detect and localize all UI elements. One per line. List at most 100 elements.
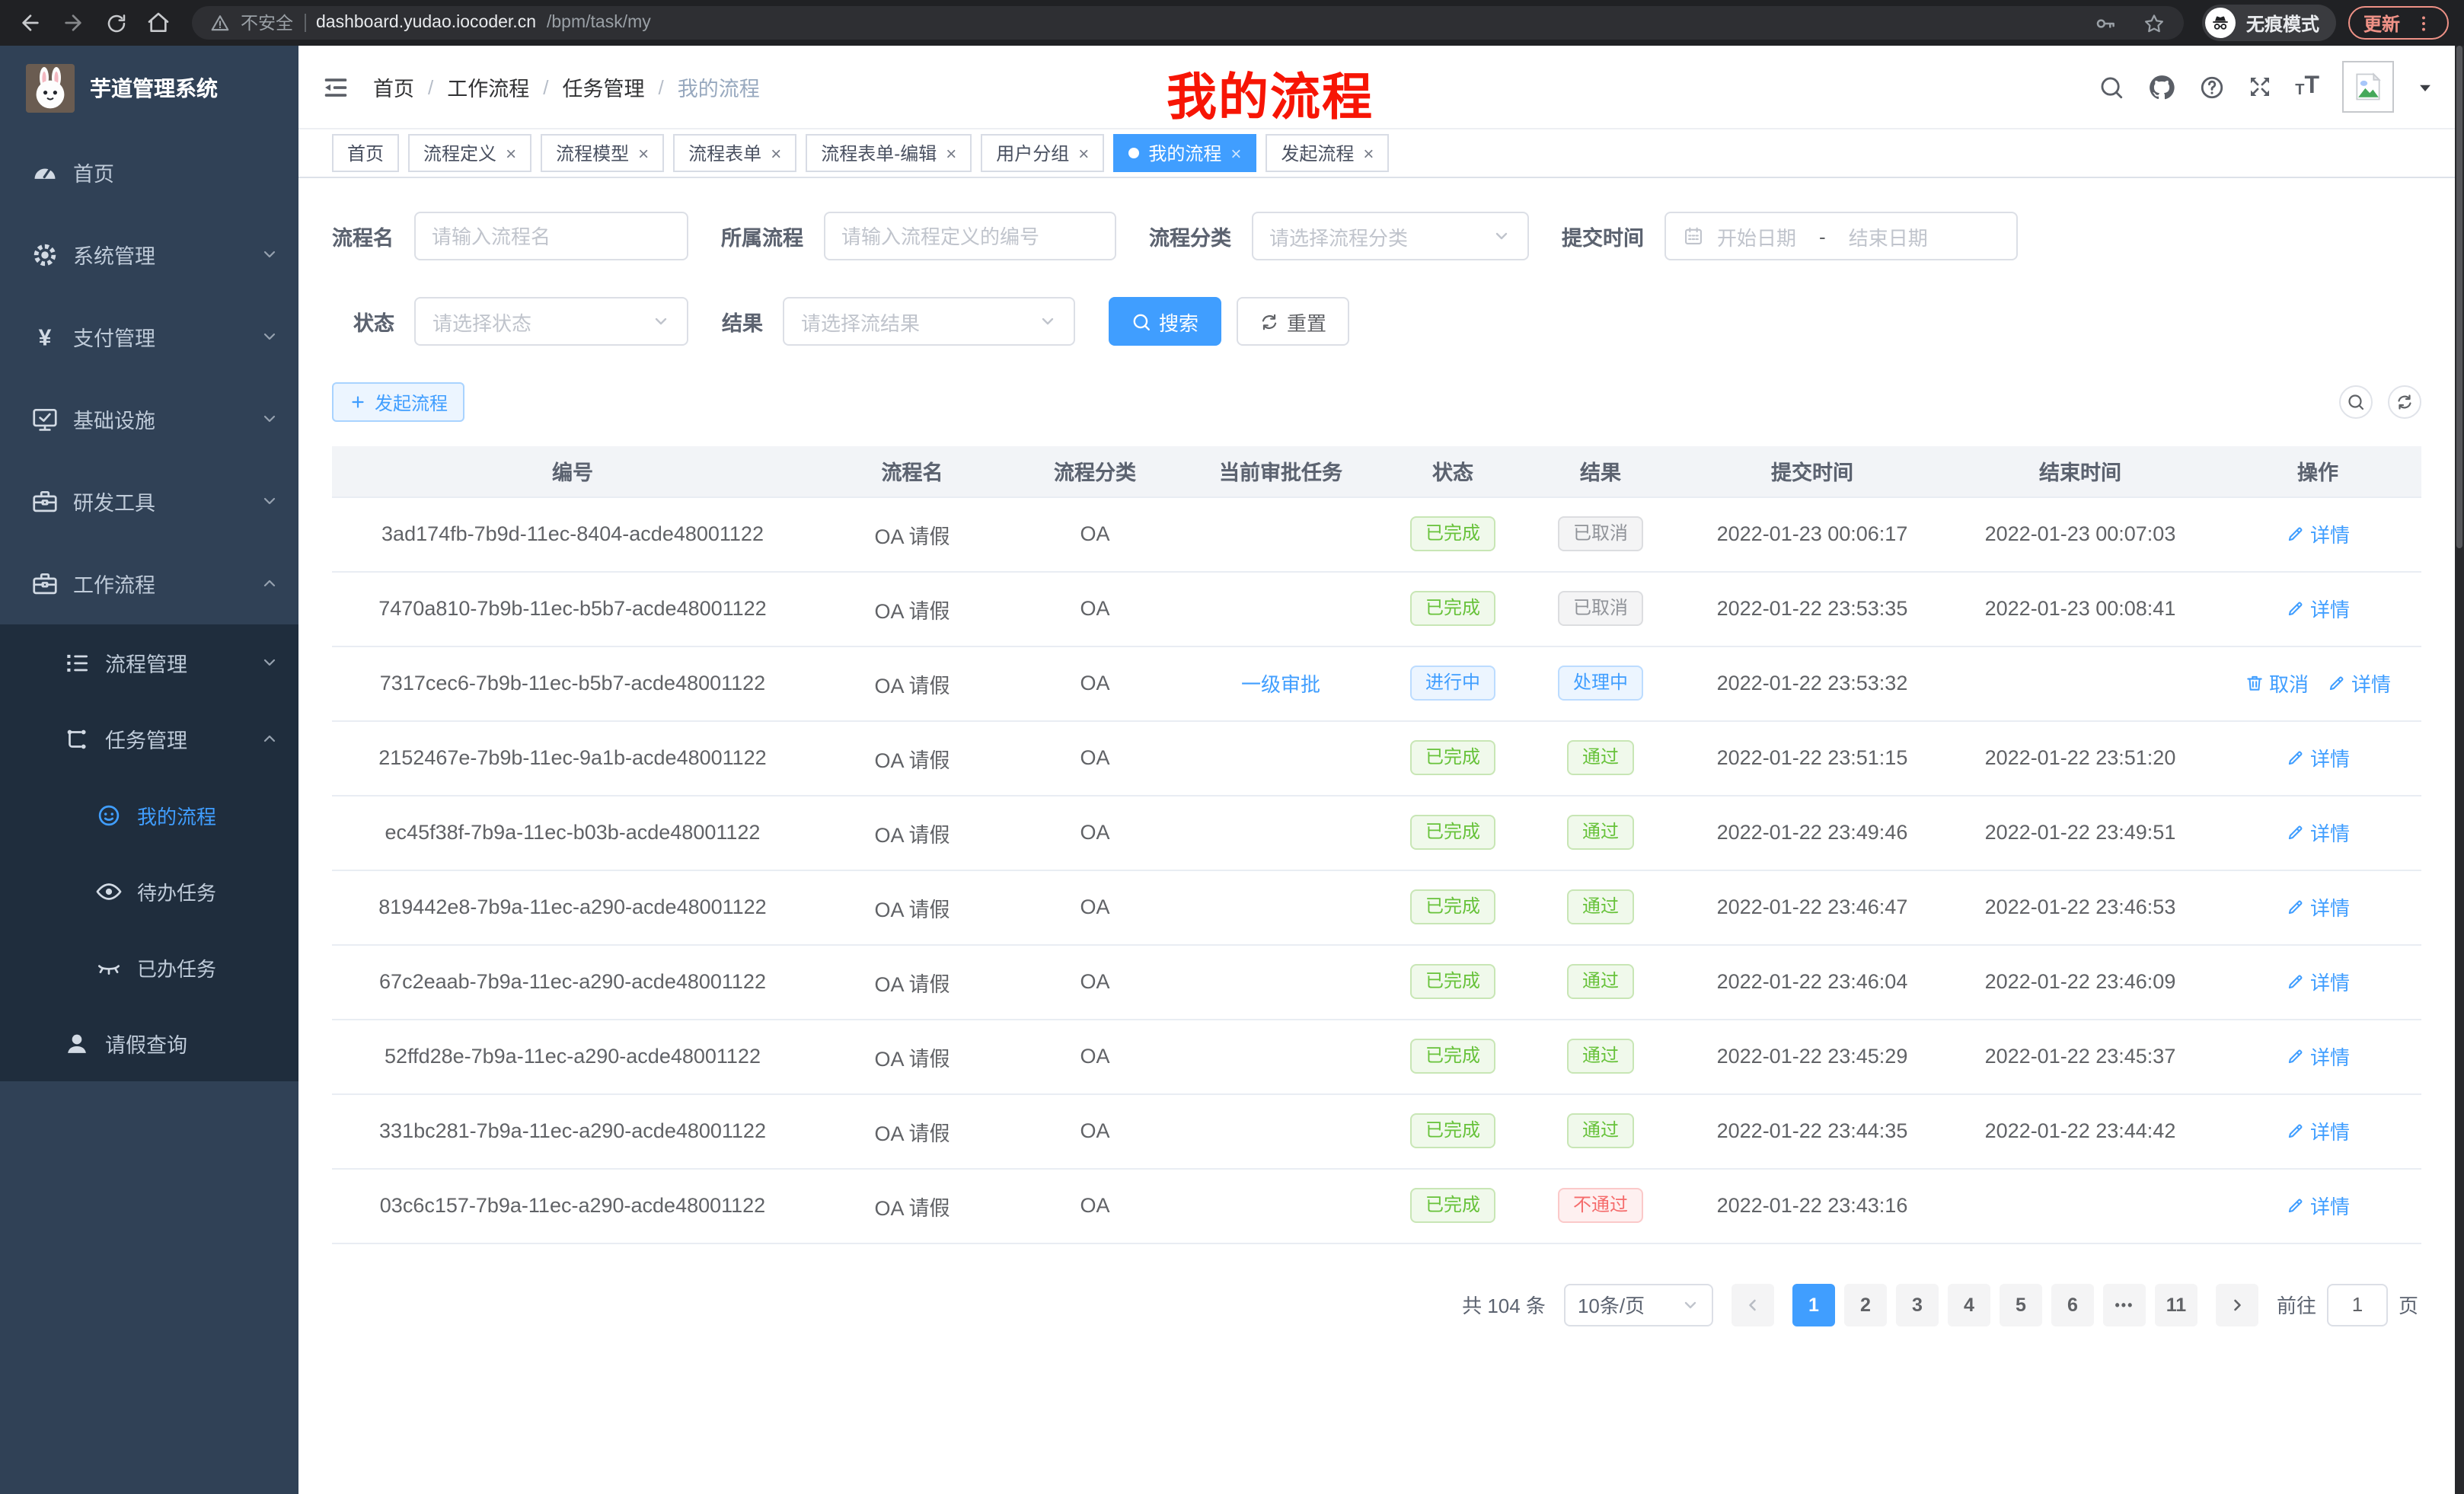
browser-update-button[interactable]: 更新: [2348, 6, 2449, 40]
close-icon[interactable]: ×: [1230, 144, 1241, 162]
page-button-11[interactable]: 11: [2155, 1283, 2197, 1326]
app-logo[interactable]: 芋道管理系统: [0, 46, 298, 131]
page-button-3[interactable]: 3: [1896, 1283, 1939, 1326]
sidebar-item-top-4[interactable]: 研发工具: [0, 460, 298, 542]
tab-3[interactable]: 流程表单×: [673, 134, 796, 172]
help-icon[interactable]: [2199, 74, 2225, 100]
page-button-6[interactable]: 6: [2051, 1283, 2094, 1326]
page-button-5[interactable]: 5: [2000, 1283, 2042, 1326]
sidebar-item-top-0[interactable]: 首页: [0, 131, 298, 213]
key-icon[interactable]: [2094, 11, 2117, 34]
plus-icon: [349, 393, 367, 411]
github-icon[interactable]: [2147, 72, 2176, 101]
refresh-table-button[interactable]: [2388, 385, 2421, 419]
detail-link[interactable]: 详情: [2286, 519, 2350, 548]
sidebar-item-top-2[interactable]: ¥支付管理: [0, 295, 298, 378]
sidebar-item-sub-5[interactable]: 请假查询: [0, 1005, 298, 1081]
next-page-button[interactable]: [2216, 1283, 2258, 1326]
detail-link[interactable]: 详情: [2286, 1191, 2350, 1220]
detail-link[interactable]: 详情: [2286, 818, 2350, 847]
sidebar-item-sub-2[interactable]: 我的流程: [0, 777, 298, 853]
detail-link[interactable]: 详情: [2286, 1116, 2350, 1145]
prev-page-button[interactable]: [1732, 1283, 1774, 1326]
cell-process-name: OA 请假: [813, 944, 1011, 1019]
process-definition-input[interactable]: [823, 212, 1116, 260]
create-process-button[interactable]: 发起流程: [332, 382, 464, 422]
chevron-down-icon: [260, 245, 279, 263]
close-icon[interactable]: ×: [506, 144, 516, 162]
detail-link[interactable]: 详情: [2286, 967, 2350, 996]
close-icon[interactable]: ×: [1078, 144, 1089, 162]
end-date-placeholder[interactable]: 结束日期: [1849, 222, 1928, 251]
detail-link[interactable]: 详情: [2286, 594, 2350, 623]
font-size-icon[interactable]: TT: [2295, 75, 2319, 99]
security-label[interactable]: 不安全: [241, 11, 293, 35]
close-icon[interactable]: ×: [1363, 144, 1374, 162]
sidebar-item-label: 工作流程: [73, 568, 260, 599]
search-icon[interactable]: [2099, 74, 2124, 100]
browser-reload-button[interactable]: [101, 8, 131, 38]
cell-category: OA: [1011, 646, 1179, 720]
browser-back-button[interactable]: [15, 8, 46, 38]
breadcrumb-item[interactable]: 首页: [373, 72, 414, 102]
show-search-button[interactable]: [2339, 385, 2373, 419]
tab-4[interactable]: 流程表单-编辑×: [806, 134, 972, 172]
caret-down-icon[interactable]: [2417, 78, 2434, 95]
avatar[interactable]: [2342, 61, 2394, 113]
process-name-input[interactable]: [413, 212, 688, 260]
category-select[interactable]: 请选择流程分类: [1251, 212, 1528, 260]
bookmark-star-icon[interactable]: [2143, 11, 2166, 34]
browser-forward-button[interactable]: [58, 8, 88, 38]
sidebar-item-top-5[interactable]: 工作流程: [0, 542, 298, 624]
tab-0[interactable]: 首页: [332, 134, 399, 172]
sidebar-item-top-1[interactable]: 系统管理: [0, 213, 298, 295]
tab-1[interactable]: 流程定义×: [408, 134, 531, 172]
tab-5[interactable]: 用户分组×: [981, 134, 1104, 172]
reset-button[interactable]: 重置: [1237, 297, 1349, 346]
fullscreen-icon[interactable]: [2248, 75, 2272, 99]
breadcrumb-item[interactable]: 任务管理: [563, 72, 645, 102]
detail-link[interactable]: 详情: [2286, 892, 2350, 921]
search-icon: [2347, 393, 2365, 411]
close-icon[interactable]: ×: [946, 144, 956, 162]
close-icon[interactable]: ×: [771, 144, 781, 162]
search-button[interactable]: 搜索: [1109, 297, 1221, 346]
result-select[interactable]: 请选择流结果: [783, 297, 1075, 346]
sidebar-item-label: 我的流程: [137, 800, 279, 829]
search-button-label: 搜索: [1159, 307, 1198, 336]
sidebar-item-top-3[interactable]: 基础设施: [0, 378, 298, 460]
task-link[interactable]: 一级审批: [1241, 669, 1320, 698]
submit-time-range[interactable]: 开始日期 - 结束日期: [1664, 212, 2017, 260]
sidebar-item-sub-0[interactable]: 流程管理: [0, 624, 298, 701]
sidebar-item-sub-4[interactable]: 已办任务: [0, 929, 298, 1005]
address-bar[interactable]: 不安全 dashboard.yudao.iocoder.cn/bpm/task/…: [192, 6, 2184, 40]
close-icon[interactable]: ×: [638, 144, 649, 162]
sidebar-item-sub-3[interactable]: 待办任务: [0, 853, 298, 929]
detail-link[interactable]: 详情: [2327, 669, 2391, 698]
sidebar-item-label: 研发工具: [73, 486, 260, 516]
tab-6[interactable]: 我的流程×: [1113, 134, 1256, 172]
page-size-select[interactable]: 10条/页: [1564, 1283, 1713, 1326]
detail-link[interactable]: 详情: [2286, 743, 2350, 772]
goto-page-input[interactable]: [2327, 1283, 2388, 1326]
status-select[interactable]: 请选择状态: [414, 297, 688, 346]
detail-link[interactable]: 详情: [2286, 1042, 2350, 1071]
result-placeholder: 请选择流结果: [801, 307, 920, 336]
start-date-placeholder[interactable]: 开始日期: [1717, 222, 1796, 251]
browser-home-button[interactable]: [143, 8, 174, 38]
sidebar-item-sub-1[interactable]: 任务管理: [0, 701, 298, 777]
more-pages-button[interactable]: •••: [2103, 1283, 2146, 1326]
tab-7[interactable]: 发起流程×: [1266, 134, 1389, 172]
browser-scrollbar[interactable]: [2455, 46, 2464, 1494]
cell-end-time: 2022-01-22 23:46:09: [1946, 944, 2214, 1019]
page-button-1[interactable]: 1: [1792, 1283, 1835, 1326]
table-row: 7470a810-7b9b-11ec-b5b7-acde48001122OA 请…: [332, 571, 2421, 646]
tab-2[interactable]: 流程模型×: [541, 134, 664, 172]
sidebar-collapse-icon[interactable]: [321, 72, 350, 101]
cancel-link[interactable]: 取消: [2245, 669, 2309, 698]
page-button-2[interactable]: 2: [1844, 1283, 1887, 1326]
more-vertical-icon[interactable]: [2414, 13, 2434, 33]
page-button-4[interactable]: 4: [1948, 1283, 1990, 1326]
chevron-left-icon: [1744, 1295, 1762, 1314]
breadcrumb-item[interactable]: 工作流程: [447, 72, 529, 102]
